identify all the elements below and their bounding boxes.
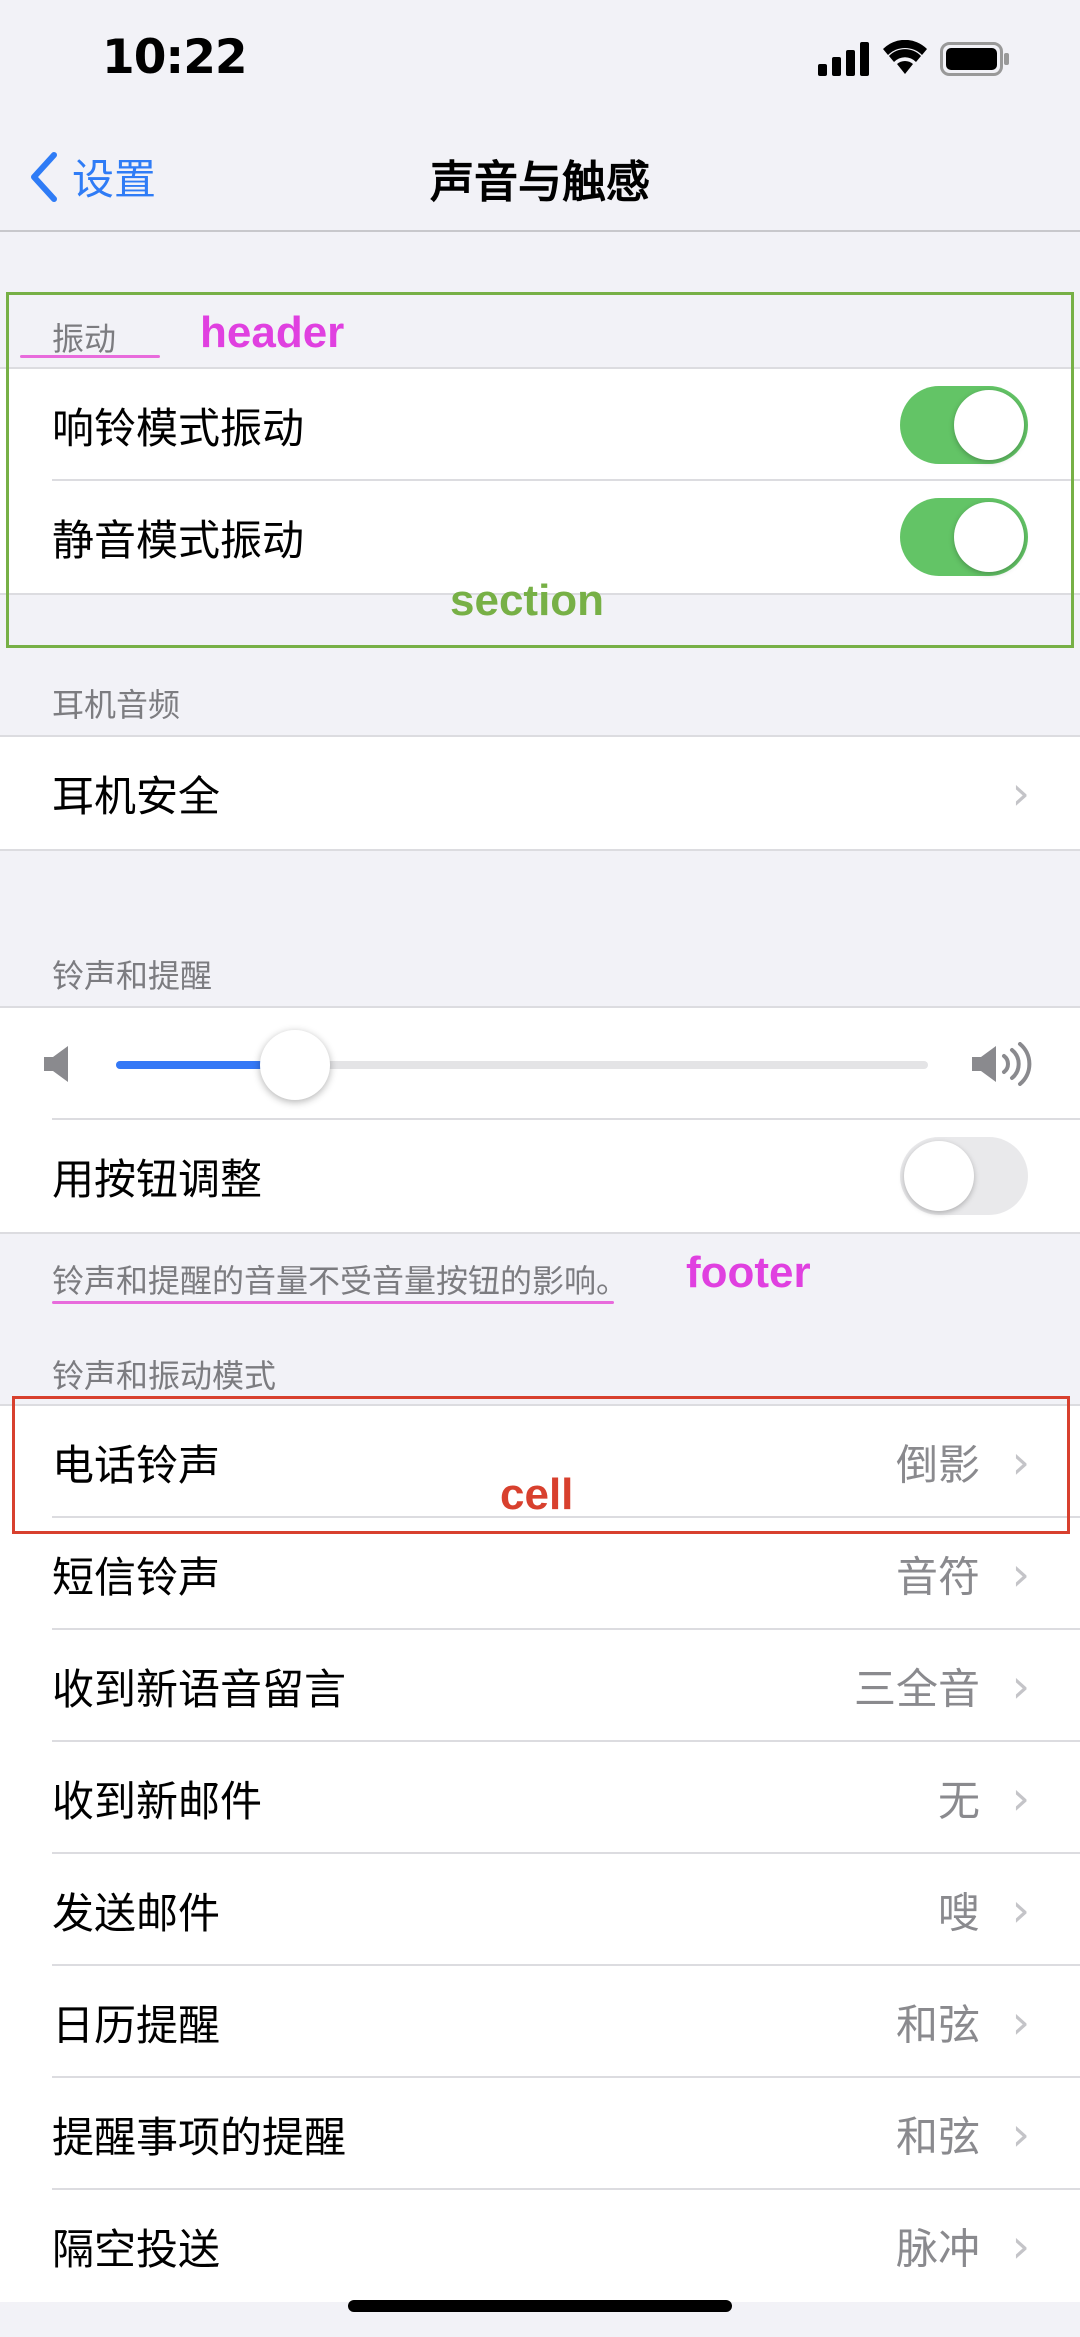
- row-label: 收到新邮件: [52, 1776, 263, 1826]
- row-value: 和弦: [895, 2112, 980, 2162]
- footer-annotation-underline: [52, 1301, 614, 1304]
- header-annotation-label: header: [200, 308, 345, 357]
- volume-slider-row: [0, 1008, 1080, 1120]
- chevron-right-icon: ›: [1011, 1995, 1030, 2049]
- row-label: 发送邮件: [52, 1888, 221, 1938]
- navigation-bar: 设置 声音与触感: [0, 120, 1080, 232]
- section-header-sounds: 铃声和振动模式: [52, 1357, 277, 1395]
- row-value: 音符: [895, 1552, 980, 1602]
- airdrop-row[interactable]: 隔空投送 脉冲 ›: [0, 2190, 1080, 2302]
- row-label: 短信铃声: [52, 1552, 221, 1602]
- row-label: 用按钮调整: [52, 1154, 263, 1204]
- row-value: 嗖: [937, 1888, 980, 1938]
- row-label: 耳机安全: [52, 771, 221, 821]
- header-annotation-underline: [20, 355, 160, 358]
- ringer-footer: 铃声和提醒的音量不受音量按钮的影响。: [52, 1262, 629, 1300]
- row-value: 三全音: [853, 1664, 980, 1714]
- chevron-right-icon: ›: [1011, 2107, 1030, 2161]
- row-value: 和弦: [895, 2000, 980, 2050]
- cellular-signal-icon: [818, 42, 869, 76]
- row-label: 收到新语音留言: [52, 1664, 347, 1714]
- row-label: 日历提醒: [52, 2000, 221, 2050]
- chevron-right-icon: ›: [1011, 766, 1030, 820]
- toggle-knob: [904, 1141, 974, 1211]
- volume-slider[interactable]: [116, 1030, 928, 1100]
- cell-annotation-label: cell: [500, 1470, 574, 1519]
- calendar-alerts-row[interactable]: 日历提醒 和弦 ›: [0, 1966, 1080, 2078]
- home-indicator: [348, 2300, 732, 2312]
- chevron-right-icon: ›: [1011, 1547, 1030, 1601]
- headphone-group: 耳机安全 ›: [0, 735, 1080, 851]
- wifi-icon: [883, 40, 927, 74]
- sounds-group: 电话铃声 倒影 › 短信铃声 音符 › 收到新语音留言 三全音 › 收到新邮件 …: [0, 1404, 1080, 2302]
- row-value: 无: [937, 1776, 980, 1826]
- headphone-safety-row[interactable]: 耳机安全 ›: [0, 737, 1080, 849]
- button-adjust-toggle[interactable]: [900, 1137, 1028, 1215]
- row-value: 脉冲: [895, 2224, 980, 2274]
- section-annotation-label: section: [450, 576, 605, 625]
- ringer-group: 用按钮调整: [0, 1006, 1080, 1234]
- battery-icon: [940, 42, 1009, 76]
- text-tone-row[interactable]: 短信铃声 音符 ›: [0, 1518, 1080, 1630]
- chevron-right-icon: ›: [1011, 1659, 1030, 1713]
- volume-slider-thumb[interactable]: [259, 1030, 330, 1100]
- sent-mail-row[interactable]: 发送邮件 嗖 ›: [0, 1854, 1080, 1966]
- page-title: 声音与触感: [430, 157, 650, 208]
- chevron-right-icon: ›: [1011, 1771, 1030, 1825]
- speaker-low-icon: [44, 1046, 68, 1082]
- chevron-right-icon: ›: [1011, 1883, 1030, 1937]
- section-header-ringer: 铃声和提醒: [52, 957, 213, 995]
- chevron-right-icon: ›: [1011, 2219, 1030, 2273]
- row-label: 隔空投送: [52, 2224, 221, 2274]
- speaker-high-icon: [972, 1042, 1032, 1086]
- status-time: 10:22: [102, 30, 248, 85]
- section-header-headphone: 耳机音频: [52, 686, 181, 724]
- button-adjust-row[interactable]: 用按钮调整: [0, 1120, 1080, 1232]
- row-label: 提醒事项的提醒: [52, 2112, 347, 2162]
- new-voicemail-row[interactable]: 收到新语音留言 三全音 ›: [0, 1630, 1080, 1742]
- status-bar: 10:22: [0, 0, 1080, 120]
- footer-annotation-label: footer: [686, 1248, 811, 1297]
- reminder-alerts-row[interactable]: 提醒事项的提醒 和弦 ›: [0, 2078, 1080, 2190]
- new-mail-row[interactable]: 收到新邮件 无 ›: [0, 1742, 1080, 1854]
